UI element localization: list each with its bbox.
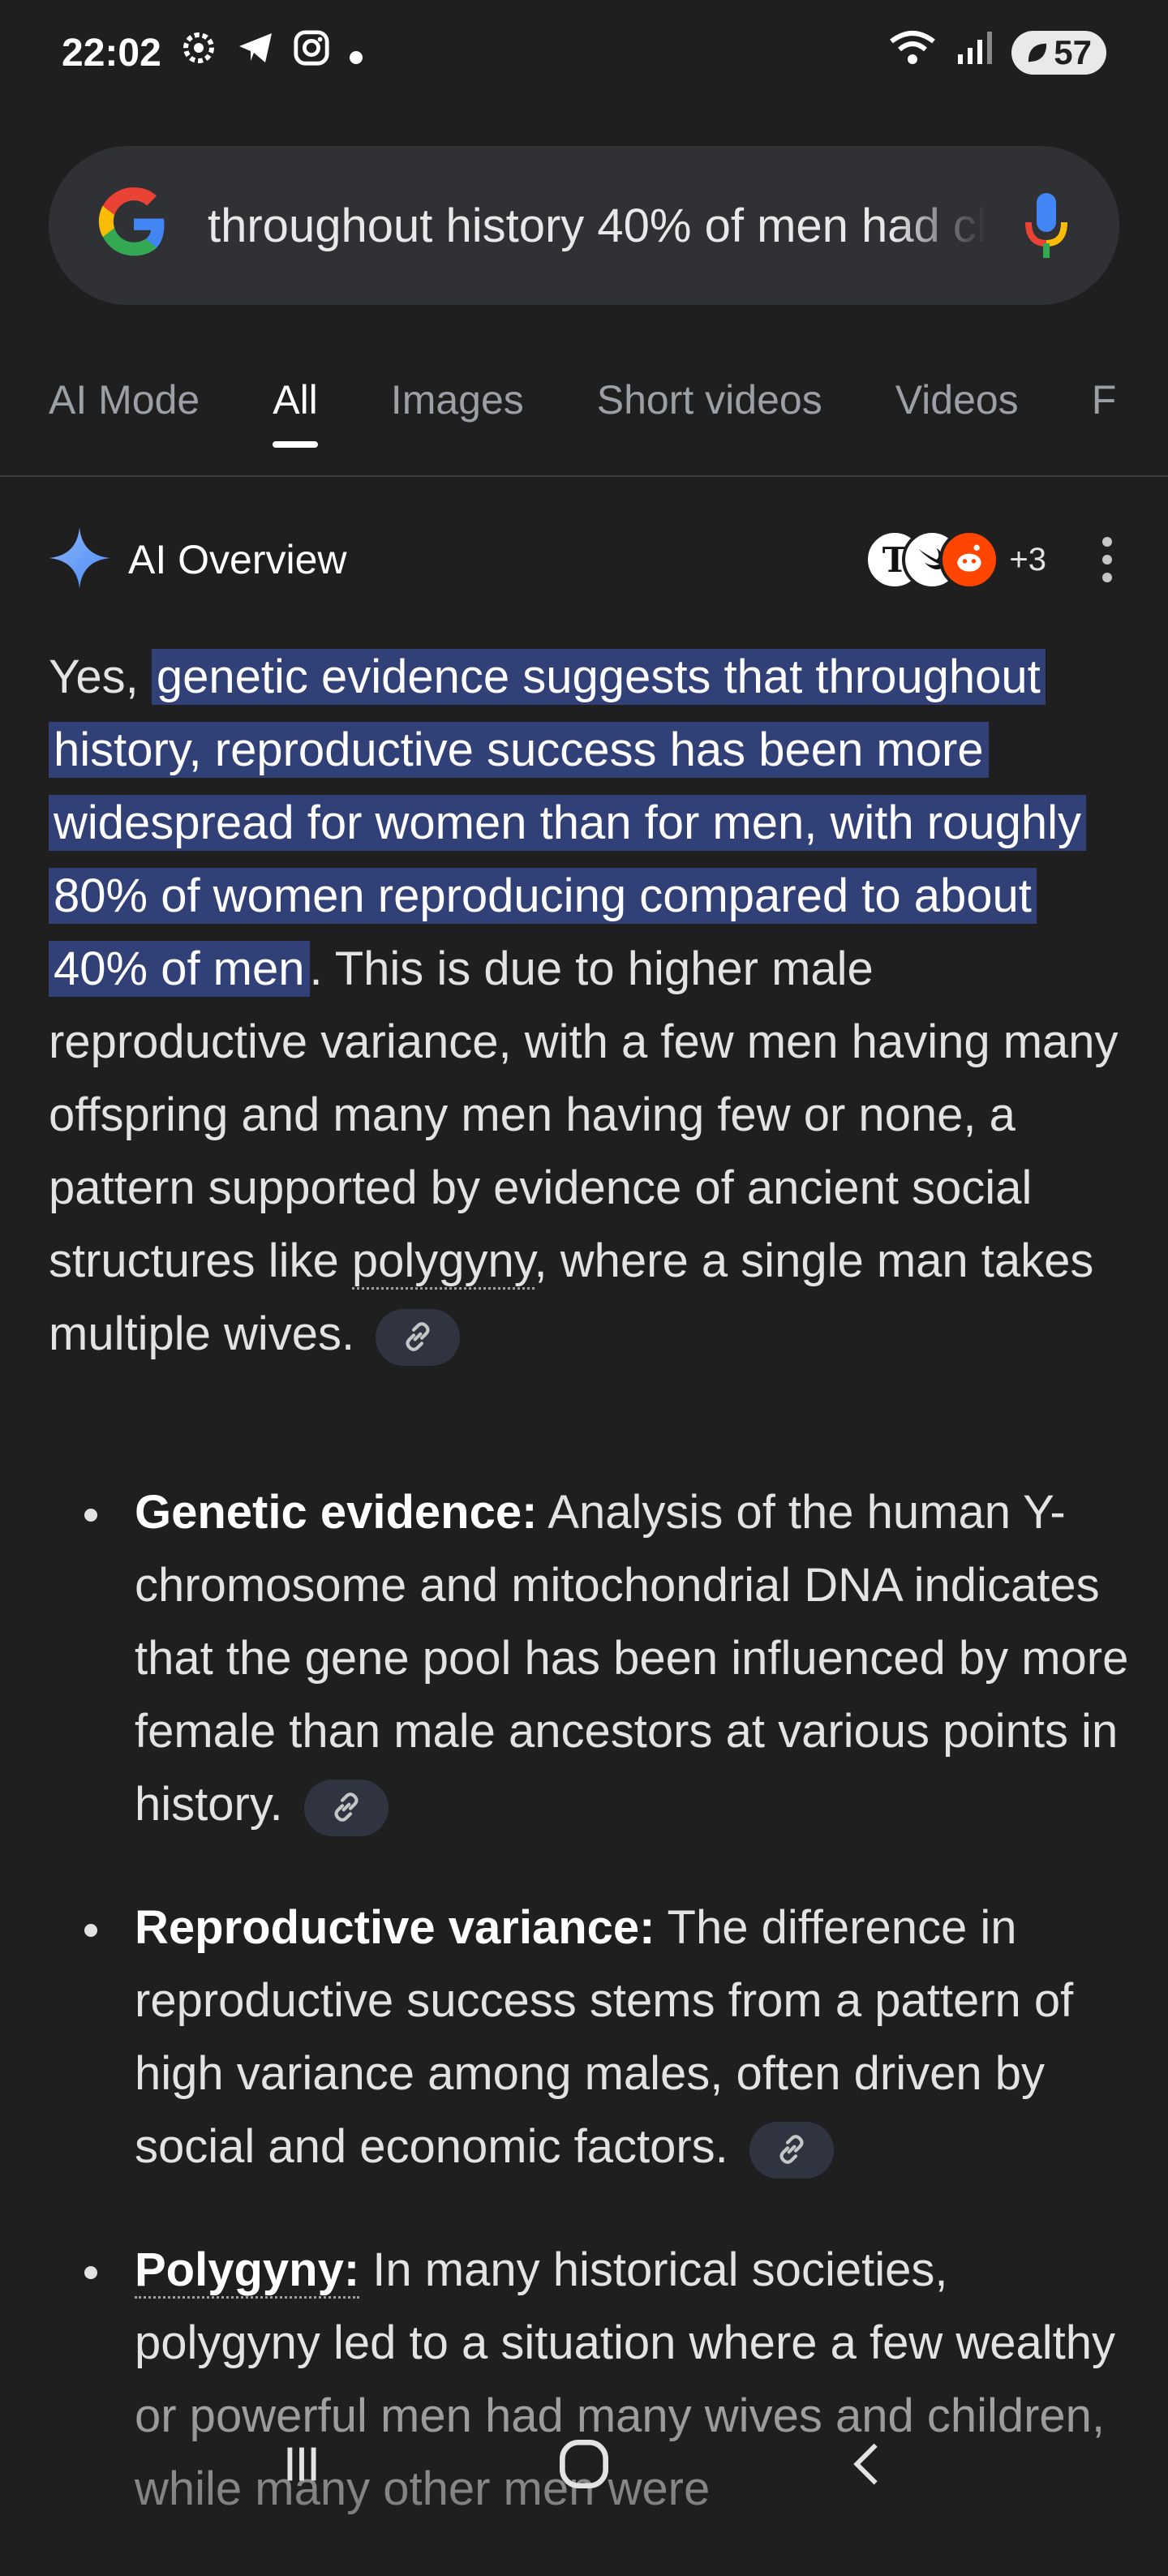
link-icon bbox=[402, 1301, 434, 1374]
bullet-term-link[interactable]: Polygyny: bbox=[135, 2243, 360, 2299]
tab-short-videos[interactable]: Short videos bbox=[597, 357, 822, 454]
more-sources-count[interactable]: +3 bbox=[1009, 542, 1046, 578]
battery-level: 57 bbox=[1054, 33, 1092, 71]
search-input[interactable]: throughout history 40% of men had childr… bbox=[208, 199, 986, 253]
gemini-sparkle-icon bbox=[49, 526, 110, 593]
link-icon bbox=[330, 1771, 363, 1844]
tab-all[interactable]: All bbox=[273, 357, 318, 454]
search-bar[interactable]: throughout history 40% of men had childr… bbox=[49, 146, 1119, 305]
settings-gear-icon bbox=[179, 28, 218, 77]
source-favicons[interactable]: T +3 bbox=[865, 530, 1046, 590]
citation-link-button[interactable] bbox=[303, 1779, 389, 1836]
citation-link-button[interactable] bbox=[749, 2121, 834, 2179]
ai-overview-title: AI Overview bbox=[128, 537, 347, 582]
home-icon[interactable] bbox=[552, 2432, 616, 2501]
instagram-icon bbox=[293, 29, 330, 76]
more-options-icon[interactable] bbox=[1095, 527, 1119, 592]
tab-more[interactable]: F bbox=[1092, 357, 1117, 454]
system-navigation-bar bbox=[0, 2425, 1168, 2506]
signal-icon bbox=[956, 30, 993, 75]
polygyny-term-link[interactable]: polygyny bbox=[351, 1234, 535, 1290]
wifi-icon bbox=[888, 28, 937, 77]
back-icon[interactable] bbox=[838, 2436, 895, 2497]
battery-saver-icon bbox=[1026, 33, 1049, 72]
bullet-term: Reproductive variance: bbox=[135, 1901, 655, 1954]
tab-videos[interactable]: Videos bbox=[895, 357, 1019, 454]
link-icon bbox=[775, 2114, 808, 2187]
citation-link-button[interactable] bbox=[376, 1308, 461, 1366]
status-bar: 22:02 57 bbox=[0, 0, 1168, 105]
search-tabs: AI Mode All Images Short videos Videos F bbox=[0, 357, 1168, 477]
tab-ai-mode[interactable]: AI Mode bbox=[49, 357, 200, 454]
google-logo-icon bbox=[97, 187, 170, 264]
ai-overview-header: AI Overview T +3 bbox=[49, 519, 1119, 600]
battery-indicator: 57 bbox=[1011, 31, 1106, 75]
status-time: 22:02 bbox=[62, 31, 161, 75]
recent-apps-icon[interactable] bbox=[273, 2436, 330, 2497]
reddit-source-icon[interactable] bbox=[939, 530, 1000, 590]
ai-overview-summary: Yes, genetic evidence suggests that thro… bbox=[49, 641, 1127, 1371]
notification-dot-icon bbox=[348, 31, 364, 75]
list-item: Reproductive variance: The difference in… bbox=[49, 1891, 1136, 2183]
telegram-icon bbox=[236, 28, 275, 77]
summary-prefix: Yes, bbox=[49, 650, 152, 703]
tab-images[interactable]: Images bbox=[391, 357, 524, 454]
microphone-icon[interactable] bbox=[1022, 190, 1071, 265]
bullet-term: Genetic evidence: bbox=[135, 1486, 538, 1539]
list-item: Genetic evidence: Analysis of the human … bbox=[49, 1476, 1136, 1841]
